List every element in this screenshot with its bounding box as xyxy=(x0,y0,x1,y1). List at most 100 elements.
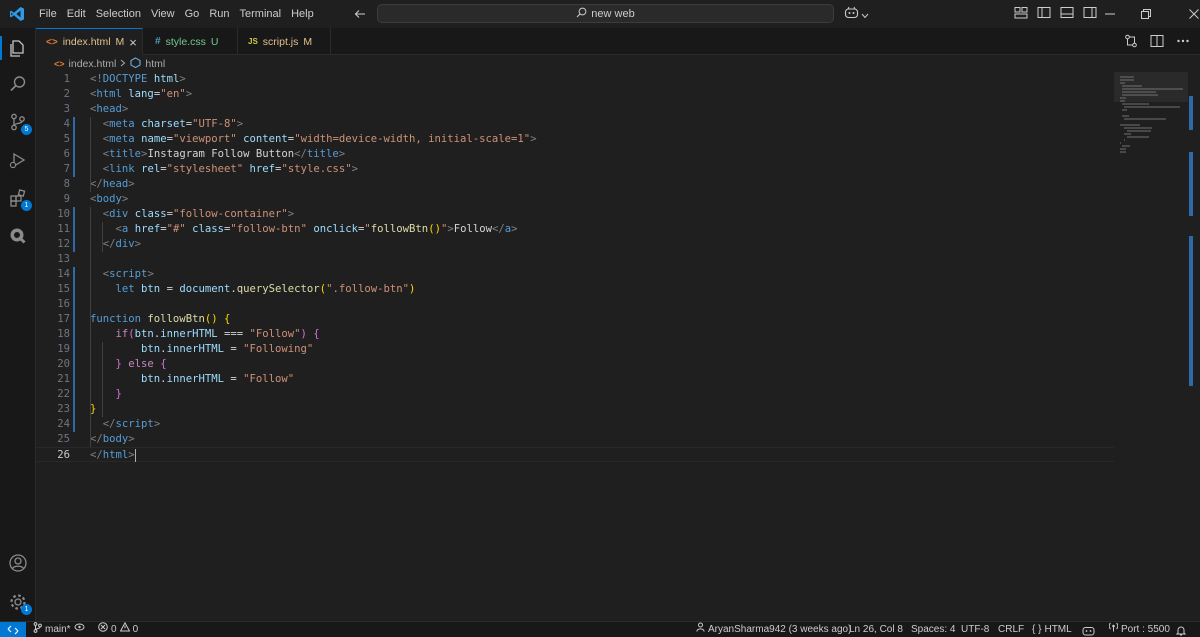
minimap-slider[interactable] xyxy=(1114,72,1188,102)
minimize-icon[interactable] xyxy=(1098,0,1122,28)
manage-gear-icon[interactable]: 1 xyxy=(0,584,36,620)
end-of-line[interactable]: CRLF xyxy=(998,622,1024,637)
code-line[interactable]: 17 function followBtn() { xyxy=(36,312,1114,327)
menu-terminal[interactable]: Terminal xyxy=(235,0,287,28)
notifications-bell-icon[interactable] xyxy=(1176,622,1186,637)
extensions-icon[interactable]: 1 xyxy=(0,180,36,216)
menu-view[interactable]: View xyxy=(146,0,180,28)
customize-layout-icon[interactable] xyxy=(1014,6,1028,24)
code-line[interactable]: 14 <script> xyxy=(36,267,1114,282)
line-number: 26 xyxy=(57,449,70,461)
branch-status[interactable]: main* xyxy=(33,621,85,637)
code-line[interactable]: 23} xyxy=(36,402,1114,417)
code-line[interactable]: 2 <html lang="en"> xyxy=(36,87,1114,102)
explorer-icon[interactable] xyxy=(0,30,36,66)
tab-script-js[interactable]: JS script.js M xyxy=(238,28,331,55)
encoding[interactable]: UTF-8 xyxy=(961,622,989,637)
run-debug-icon[interactable] xyxy=(0,142,36,178)
code-token: head xyxy=(96,103,122,115)
restore-icon[interactable] xyxy=(1122,0,1170,28)
code-token: "stylesheet" xyxy=(166,163,244,175)
close-window-icon[interactable] xyxy=(1170,0,1200,28)
source-control-icon[interactable]: 5 xyxy=(0,104,36,140)
menu-file[interactable]: File xyxy=(34,0,62,28)
tab-label: index.html xyxy=(62,36,111,48)
tab-status: U xyxy=(210,35,219,48)
code-line[interactable]: 26 </html> xyxy=(36,447,1114,462)
split-editor-icon[interactable] xyxy=(1150,34,1164,53)
tab-style-css[interactable]: # style.css U xyxy=(145,28,238,55)
code-editor[interactable]: 1 <!DOCTYPE html> 2 <html lang="en"> 3 <head>… xyxy=(36,72,1114,621)
code-line[interactable]: 6 <title>Instagram Follow Button</title> xyxy=(36,147,1114,162)
code-line[interactable]: 13 xyxy=(36,252,1114,267)
menu-selection[interactable]: Selection xyxy=(91,0,146,28)
code-line[interactable]: 19 btn.innerHTML = "Following" xyxy=(36,342,1114,357)
code-line[interactable]: 12 </div> xyxy=(36,237,1114,252)
copilot-icon xyxy=(844,6,859,24)
braces-icon: { } xyxy=(1032,624,1042,635)
code-line[interactable]: 4 <meta charset="UTF-8"> xyxy=(36,117,1114,132)
code-line[interactable]: 15 let btn = document.querySelector(".fo… xyxy=(36,282,1114,297)
close-tab-icon[interactable]: × xyxy=(129,35,137,50)
code-line[interactable]: 16 xyxy=(36,297,1114,312)
code-line[interactable]: 11 <a href="#" class="follow-btn" onclic… xyxy=(36,222,1114,237)
code-text: function followBtn() { xyxy=(90,312,230,327)
code-line[interactable]: 20 } else { xyxy=(36,357,1114,372)
remote-indicator-icon[interactable] xyxy=(0,622,26,637)
code-line[interactable]: 5 <meta name="viewport" content="width=d… xyxy=(36,132,1114,147)
search-icon[interactable] xyxy=(0,66,36,102)
code-line[interactable]: 10 <div class="follow-container"> xyxy=(36,207,1114,222)
copilot-button[interactable] xyxy=(844,6,869,24)
compare-changes-icon[interactable] xyxy=(1124,34,1138,53)
toggle-primary-sidebar-icon[interactable] xyxy=(1037,6,1051,24)
live-server-port[interactable]: Port : 5500 xyxy=(1108,622,1170,637)
command-center-search[interactable]: new web xyxy=(377,4,834,23)
problems-status[interactable]: 0 0 xyxy=(98,621,138,637)
code-token: > xyxy=(121,193,129,205)
code-line[interactable]: 3 <head> xyxy=(36,102,1114,117)
line-number: 19 xyxy=(57,343,70,355)
code-line[interactable]: 25 </body> xyxy=(36,432,1114,447)
code-line[interactable]: 24 </script> xyxy=(36,417,1114,432)
code-line[interactable]: 7 <link rel="stylesheet" href="style.css… xyxy=(36,162,1114,177)
minimap-line xyxy=(1123,127,1153,129)
vertical-scrollbar[interactable] xyxy=(1189,96,1194,396)
code-line[interactable]: 9 <body> xyxy=(36,192,1114,207)
code-text: <meta name="viewport" content="width=dev… xyxy=(90,132,537,147)
cursor-position[interactable]: Ln 26, Col 8 xyxy=(849,622,903,637)
code-token: body xyxy=(96,193,122,205)
code-token: > xyxy=(351,163,358,175)
back-arrow-icon[interactable] xyxy=(353,7,367,21)
code-token: "width=device-width, initial-scale=1" xyxy=(294,133,531,145)
code-line[interactable]: 21 btn.innerHTML = "Follow" xyxy=(36,372,1114,387)
copilot-status-icon[interactable] xyxy=(1082,622,1095,637)
blame-text: AryanSharma942 (3 weeks ago) xyxy=(708,624,852,635)
more-actions-icon[interactable] xyxy=(1176,34,1190,53)
git-blame-status[interactable]: AryanSharma942 (3 weeks ago) xyxy=(696,622,851,637)
minimap-line xyxy=(1120,124,1140,126)
breadcrumb-symbol[interactable]: html xyxy=(145,58,165,70)
tab-index-html[interactable]: <> index.html M × xyxy=(36,28,143,55)
code-line[interactable]: 8 </head> xyxy=(36,177,1114,192)
accounts-icon[interactable] xyxy=(0,545,36,581)
code-text: <head> xyxy=(90,102,128,117)
breadcrumb-file[interactable]: index.html xyxy=(69,58,117,70)
code-text: <a href="#" class="follow-btn" onclick="… xyxy=(90,222,518,237)
quokka-extension-icon[interactable] xyxy=(0,218,36,254)
toggle-panel-icon[interactable] xyxy=(1060,6,1074,24)
code-line[interactable]: 22 } xyxy=(36,387,1114,402)
menu-edit[interactable]: Edit xyxy=(62,0,91,28)
menu-run[interactable]: Run xyxy=(204,0,234,28)
code-line[interactable]: 1 <!DOCTYPE html> xyxy=(36,72,1114,87)
language-mode[interactable]: { } HTML xyxy=(1032,622,1072,637)
activity-bar: 5 1 1 xyxy=(0,28,36,621)
code-token: charset xyxy=(141,118,186,130)
error-count: 0 xyxy=(111,624,117,635)
code-token: class xyxy=(192,223,225,235)
code-line[interactable]: 18 if(btn.innerHTML === "Follow") { xyxy=(36,327,1114,342)
menu-help[interactable]: Help xyxy=(286,0,319,28)
code-text: </head> xyxy=(90,177,135,192)
indentation[interactable]: Spaces: 4 xyxy=(911,622,955,637)
toggle-secondary-sidebar-icon[interactable] xyxy=(1083,6,1097,24)
menu-go[interactable]: Go xyxy=(180,0,205,28)
